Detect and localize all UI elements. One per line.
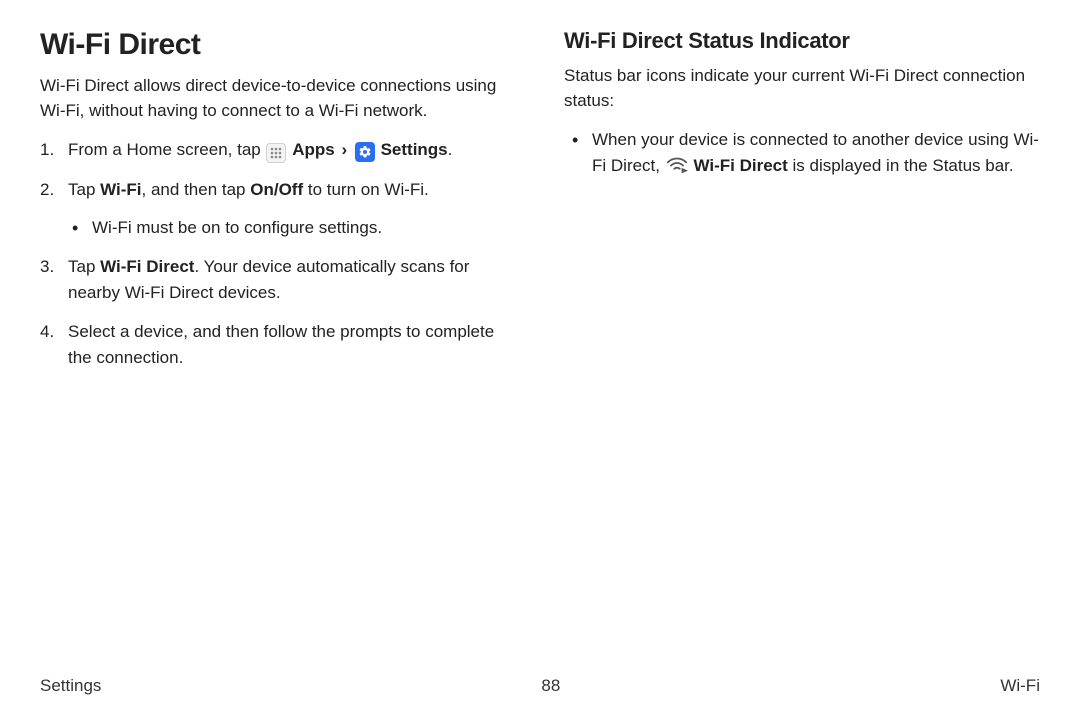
- section-intro: Status bar icons indicate your current W…: [564, 64, 1040, 113]
- step-4: Select a device, and then follow the pro…: [40, 319, 516, 370]
- section-title: Wi-Fi Direct Status Indicator: [564, 28, 1040, 54]
- step-2-sublist: Wi-Fi must be on to configure settings.: [68, 215, 516, 241]
- step-2-text-c: to turn on Wi-Fi.: [303, 180, 429, 199]
- chevron-right-icon: ›: [339, 140, 349, 159]
- step-2-wifi: Wi-Fi: [100, 180, 141, 199]
- wifi-direct-icon: [666, 156, 688, 174]
- intro-paragraph: Wi-Fi Direct allows direct device-to-dev…: [40, 74, 516, 123]
- step-1-text-a: From a Home screen, tap: [68, 140, 265, 159]
- settings-label: Settings: [381, 140, 448, 159]
- step-2-sub-item: Wi-Fi must be on to configure settings.: [68, 215, 516, 241]
- footer-page-number: 88: [541, 676, 560, 696]
- wifi-direct-label: Wi-Fi Direct: [693, 156, 787, 175]
- step-1-period: .: [448, 140, 453, 159]
- apps-icon: [266, 143, 286, 163]
- footer-right: Wi-Fi: [1000, 676, 1040, 696]
- page-title: Wi-Fi Direct: [40, 28, 516, 62]
- right-column: Wi-Fi Direct Status Indicator Status bar…: [564, 28, 1040, 384]
- step-2-text-b: , and then tap: [142, 180, 251, 199]
- step-2: Tap Wi-Fi, and then tap On/Off to turn o…: [40, 177, 516, 240]
- step-2-onoff: On/Off: [250, 180, 303, 199]
- step-3-wfd: Wi-Fi Direct: [100, 257, 194, 276]
- step-3: Tap Wi-Fi Direct. Your device automatica…: [40, 254, 516, 305]
- step-2-text-a: Tap: [68, 180, 100, 199]
- steps-list: From a Home screen, tap Apps › Settings.…: [40, 137, 516, 370]
- footer-left: Settings: [40, 676, 101, 696]
- bullet-text-b: is displayed in the Status bar.: [793, 156, 1014, 175]
- page-footer: Settings 88 Wi-Fi: [40, 676, 1040, 696]
- status-bullet-1: When your device is connected to another…: [564, 127, 1040, 178]
- step-1: From a Home screen, tap Apps › Settings.: [40, 137, 516, 163]
- settings-gear-icon: [355, 142, 375, 162]
- status-bullets: When your device is connected to another…: [564, 127, 1040, 178]
- step-3-text-a: Tap: [68, 257, 100, 276]
- left-column: Wi-Fi Direct Wi-Fi Direct allows direct …: [40, 28, 516, 384]
- apps-label: Apps: [292, 140, 335, 159]
